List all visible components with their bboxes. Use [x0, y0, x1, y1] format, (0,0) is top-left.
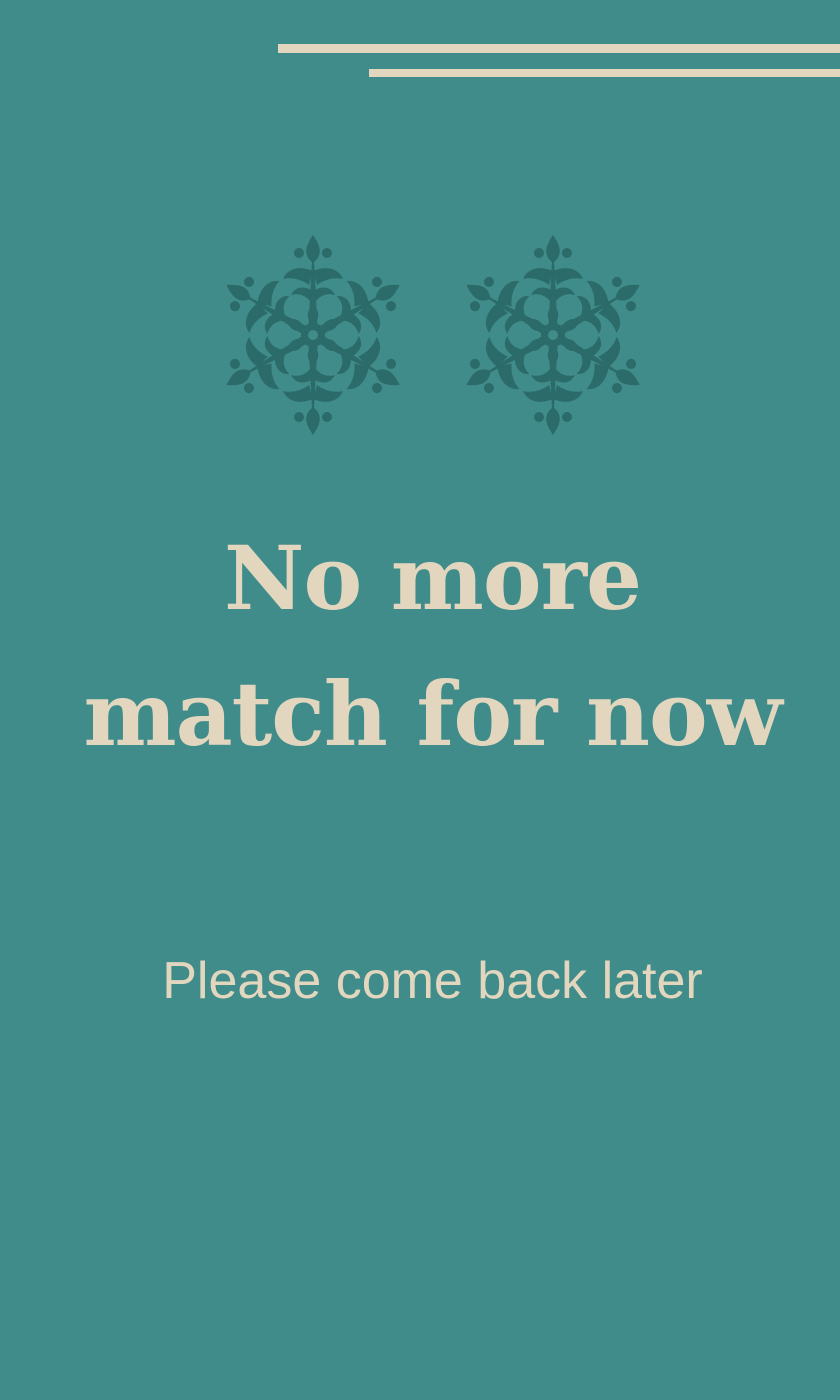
empty-state-screen: No more match for now Please come back l…	[0, 0, 840, 1400]
snowflake-ornament-icon	[213, 235, 413, 435]
empty-state-title: No more match for now	[83, 526, 783, 766]
snowflake-ornament-icon	[453, 235, 653, 435]
decorative-line-top	[278, 44, 840, 53]
decorative-line-bottom	[369, 69, 840, 77]
empty-state-message: Please come back later	[162, 952, 703, 1010]
